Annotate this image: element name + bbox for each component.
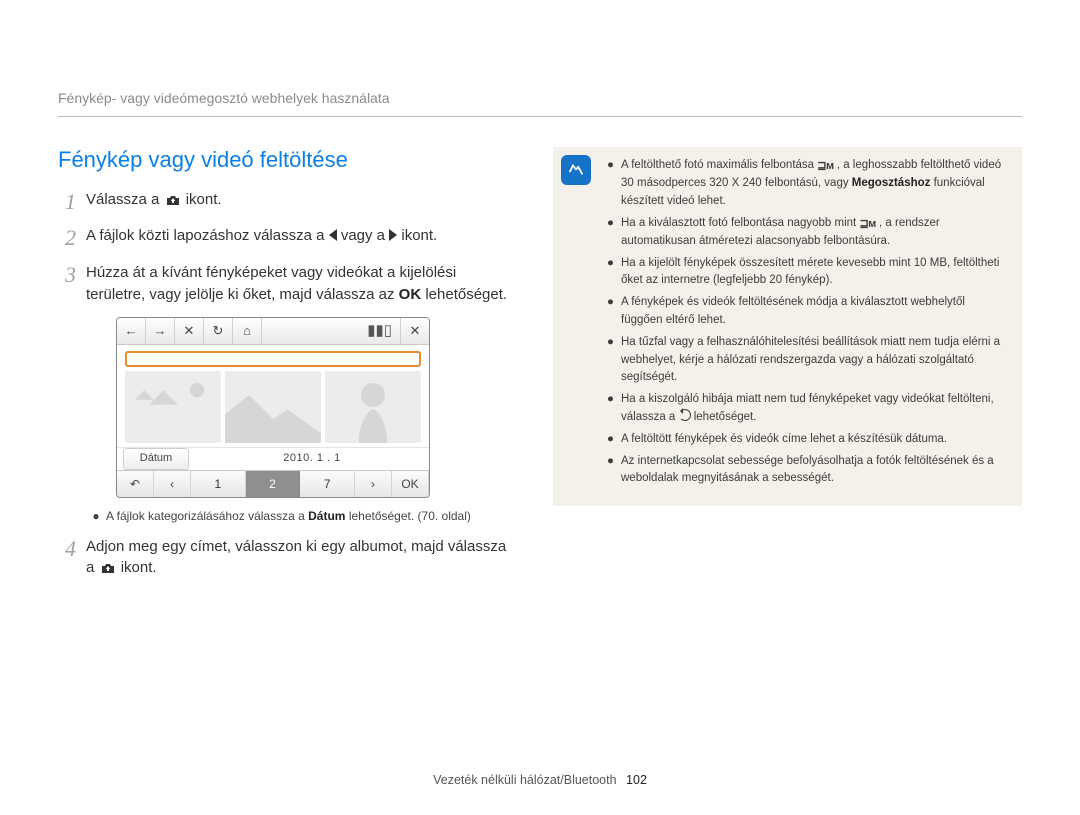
device-bottom-toolbar: ↶ ‹ 1 2 7 › OK: [117, 470, 429, 497]
device-content: [117, 345, 429, 447]
bullet-icon: ●: [607, 453, 613, 489]
ok-button[interactable]: OK: [392, 471, 429, 497]
thumbnail[interactable]: [225, 371, 321, 443]
bullet-icon: ●: [607, 157, 613, 211]
forward-icon[interactable]: →: [146, 318, 175, 344]
pager: 1 2 7: [191, 471, 355, 497]
note-text: A feltöltött fényképek és videók címe le…: [621, 431, 947, 449]
status-area: 𝍾 ▮▮▯: [262, 318, 400, 344]
info-icon: [561, 155, 591, 185]
note-item: ● Ha a kiszolgáló hibája miatt nem tud f…: [607, 391, 1006, 427]
refresh-icon[interactable]: ↻: [204, 318, 233, 344]
device-meta-row: Dátum 2010. 1 . 1: [117, 447, 429, 470]
prev-icon[interactable]: ‹: [154, 471, 191, 497]
thumbnail-row: [125, 371, 421, 443]
step-text: A fájlok közti lapozáshoz válassza a: [86, 227, 329, 244]
note-item: ● Ha tűzfal vagy a felhasználóhitelesíté…: [607, 334, 1006, 387]
note-text: Ha tűzfal vagy a felhasználóhitelesítési…: [621, 334, 1006, 387]
step-body: Válassza a ikont.: [86, 189, 513, 215]
device-screenshot: ← → ✕ ↻ ⌂ 𝍾 ▮▮▯ ✕: [116, 317, 430, 498]
footer-section: Vezeték nélküli hálózat/Bluetooth: [433, 773, 616, 787]
note-text: Az internetkapcsolat sebessége befolyáso…: [621, 453, 1006, 489]
note-item: ● A feltölthető fotó maximális felbontás…: [607, 157, 1006, 211]
left-column: Fénykép vagy videó feltöltése 1 Válassza…: [58, 147, 513, 591]
undo-icon[interactable]: ↶: [117, 471, 154, 497]
breadcrumb: Fénykép- vagy videómegosztó webhelyek ha…: [58, 90, 1022, 117]
note-list: ● A feltölthető fotó maximális felbontás…: [607, 157, 1006, 488]
step-number: 4: [58, 536, 76, 582]
note-bold: Megosztáshoz: [852, 177, 931, 189]
page-footer: Vezeték nélküli hálózat/Bluetooth 102: [0, 773, 1080, 787]
x-icon[interactable]: ✕: [400, 318, 429, 344]
note-item: ● Az internetkapcsolat sebessége befolyá…: [607, 453, 1006, 489]
page-1[interactable]: 1: [191, 471, 246, 497]
resolution-2m-icon: ⊒ᴍ: [859, 216, 875, 233]
thumbnail[interactable]: [325, 371, 421, 443]
section-title: Fénykép vagy videó feltöltése: [58, 147, 513, 173]
bullet-icon: ●: [607, 334, 613, 387]
selection-drop-zone[interactable]: [125, 351, 421, 367]
two-column-layout: Fénykép vagy videó feltöltése 1 Válassza…: [58, 147, 1022, 591]
next-icon[interactable]: ›: [355, 471, 392, 497]
step-text: vagy a: [341, 227, 389, 244]
note-item: ● Ha a kiválasztott fotó felbontása nagy…: [607, 215, 1006, 251]
step-text: lehetőséget.: [425, 286, 507, 303]
bullet-icon: ●: [607, 294, 613, 330]
step-2: 2 A fájlok közti lapozáshoz válassza a v…: [58, 225, 513, 251]
subnote-bold: Dátum: [308, 509, 345, 523]
note-text: A fényképek és videók feltöltésének módj…: [621, 294, 1006, 330]
upload-icon: [101, 559, 115, 581]
step-number: 1: [58, 189, 76, 215]
step-text: ikont.: [121, 559, 157, 576]
note-item: ● A fényképek és videók feltöltésének mó…: [607, 294, 1006, 330]
step-list: 1 Válassza a ikont. 2 A fájlok közti lap…: [58, 189, 513, 581]
step-3-subnote: ● A fájlok kategorizálásához válassza a …: [86, 508, 513, 525]
bullet-icon: ●: [607, 255, 613, 291]
step-body: Adjon meg egy címet, válasszon ki egy al…: [86, 536, 513, 582]
resolution-2m-icon: ⊒ᴍ: [817, 158, 833, 175]
ok-label: OK: [399, 286, 422, 303]
page-2[interactable]: 2: [246, 471, 301, 497]
page-7[interactable]: 7: [300, 471, 355, 497]
step-1: 1 Válassza a ikont.: [58, 189, 513, 215]
note-text: Ha a kiválasztott fotó felbontása nagyob…: [621, 217, 859, 229]
bullet-icon: ●: [607, 391, 613, 427]
note-item: ● Ha a kijelölt fényképek összesített mé…: [607, 255, 1006, 291]
step-3: 3 Húzza át a kívánt fényképeket vagy vid…: [58, 262, 513, 526]
note-text: lehetőséget.: [694, 411, 757, 423]
page: Fénykép- vagy videómegosztó webhelyek ha…: [0, 0, 1080, 815]
chevron-left-icon: [329, 229, 337, 241]
step-text: ikont.: [186, 191, 222, 208]
subnote-text: lehetőséget. (70. oldal): [349, 509, 471, 523]
thumbnail[interactable]: [125, 371, 221, 443]
chevron-right-icon: [389, 229, 397, 241]
step-text: ikont.: [401, 227, 437, 244]
note-item: ● A feltöltött fényképek és videók címe …: [607, 431, 1006, 449]
bullet-icon: ●: [92, 508, 100, 525]
note-text: A feltölthető fotó maximális felbontása: [621, 159, 817, 171]
upload-icon: [166, 191, 180, 213]
category-button[interactable]: Dátum: [123, 448, 189, 470]
step-text: Válassza a: [86, 191, 164, 208]
step-number: 3: [58, 262, 76, 526]
step-body: Húzza át a kívánt fényképeket vagy videó…: [86, 262, 513, 526]
close-icon[interactable]: ✕: [175, 318, 204, 344]
bullet-icon: ●: [607, 431, 613, 449]
step-number: 2: [58, 225, 76, 251]
right-column: ● A feltölthető fotó maximális felbontás…: [553, 147, 1022, 591]
step-body: A fájlok közti lapozáshoz válassza a vag…: [86, 225, 513, 251]
date-value: 2010. 1 . 1: [195, 451, 429, 467]
step-4: 4 Adjon meg egy címet, válasszon ki egy …: [58, 536, 513, 582]
bullet-icon: ●: [607, 215, 613, 251]
note-text: Ha a kijelölt fényképek összesített mére…: [621, 255, 1006, 291]
device-top-toolbar: ← → ✕ ↻ ⌂ 𝍾 ▮▮▯ ✕: [117, 318, 429, 345]
refresh-icon: [679, 409, 691, 421]
page-number: 102: [626, 773, 647, 787]
signal-icon: ▮▮▯: [367, 320, 392, 342]
back-icon[interactable]: ←: [117, 318, 146, 344]
home-icon[interactable]: ⌂: [233, 318, 262, 344]
subnote-text: A fájlok kategorizálásához válassza a: [106, 509, 308, 523]
info-note-box: ● A feltölthető fotó maximális felbontás…: [553, 147, 1022, 506]
